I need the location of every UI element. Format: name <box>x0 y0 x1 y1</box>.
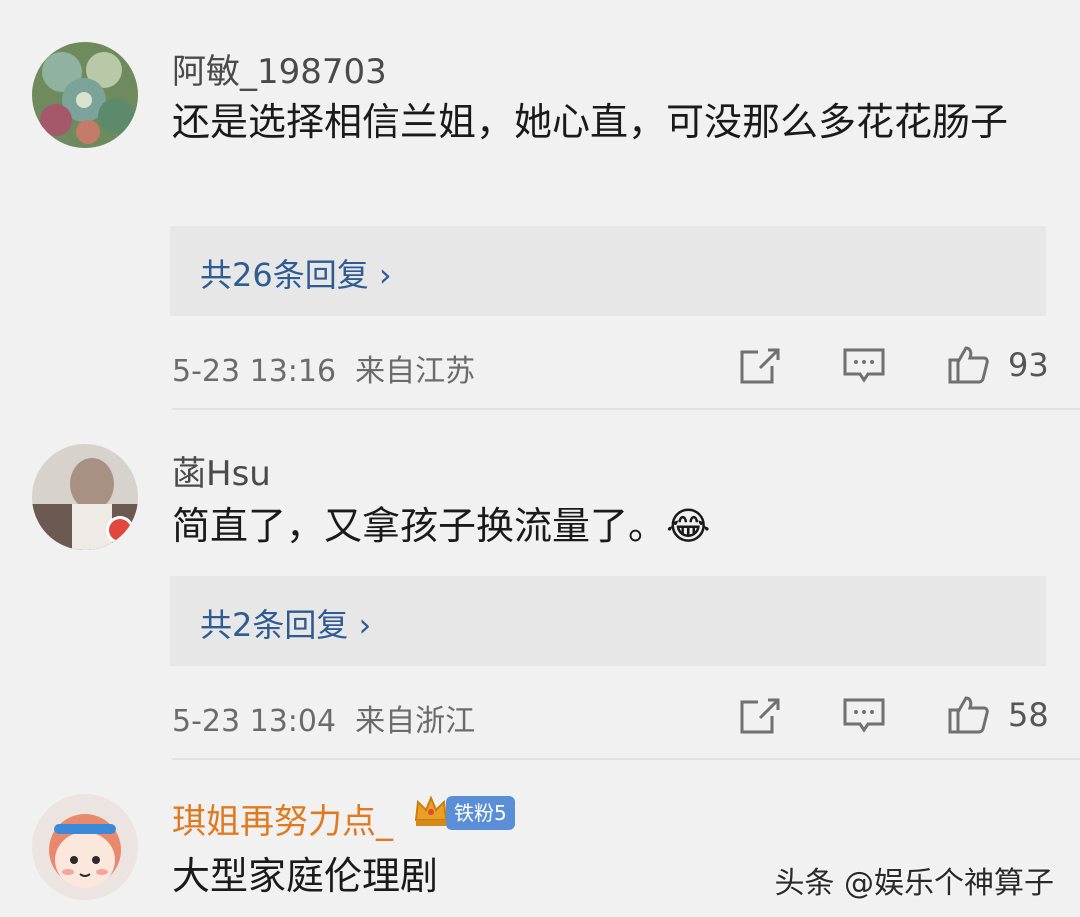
avatar[interactable] <box>32 42 138 148</box>
share-icon[interactable] <box>738 696 782 736</box>
timestamp: 5-23 13:04 <box>172 704 337 739</box>
username[interactable]: 琪姐再努力点_ <box>172 794 393 843</box>
username[interactable]: 阿敏_198703 <box>172 44 387 93</box>
timestamp: 5-23 13:16 <box>172 354 337 389</box>
crown-icon <box>412 792 450 830</box>
location: 来自江苏 <box>355 354 476 389</box>
watermark: 头条 @娱乐个神算子 <box>774 866 1054 901</box>
replies-link[interactable]: 共26条回复 › <box>170 226 1046 316</box>
comment-meta: 5-23 13:16 来自江苏 <box>172 346 475 390</box>
avatar[interactable] <box>32 794 138 900</box>
like-icon[interactable] <box>946 344 990 384</box>
replies-label: 共26条回复 <box>200 256 369 294</box>
share-icon[interactable] <box>738 346 782 386</box>
comment-text: 还是选择相信兰姐，她心直，可没那么多花花肠子 <box>172 100 1009 144</box>
divider <box>172 408 1080 410</box>
comment-icon[interactable] <box>842 346 886 386</box>
like-count: 93 <box>1008 346 1049 384</box>
avatar[interactable] <box>32 444 138 550</box>
fan-level-badge: 铁粉5 <box>446 796 515 830</box>
replies-label: 共2条回复 <box>200 606 349 644</box>
divider <box>172 758 1080 760</box>
comment-icon[interactable] <box>842 696 886 736</box>
comment-text: 简直了，又拿孩子换流量了。😂 <box>172 498 1032 554</box>
like-icon[interactable] <box>946 694 990 734</box>
username[interactable]: 菡Hsu <box>172 446 271 495</box>
laughing-emoji-icon: 😂 <box>666 504 711 548</box>
chevron-right-icon: › <box>378 256 392 294</box>
chevron-right-icon: › <box>358 606 372 644</box>
replies-link[interactable]: 共2条回复 › <box>170 576 1046 666</box>
comment-text-body: 简直了，又拿孩子换流量了。 <box>172 504 667 548</box>
comment-meta: 5-23 13:04 来自浙江 <box>172 696 475 740</box>
location: 来自浙江 <box>355 704 476 739</box>
like-count: 58 <box>1008 696 1049 734</box>
